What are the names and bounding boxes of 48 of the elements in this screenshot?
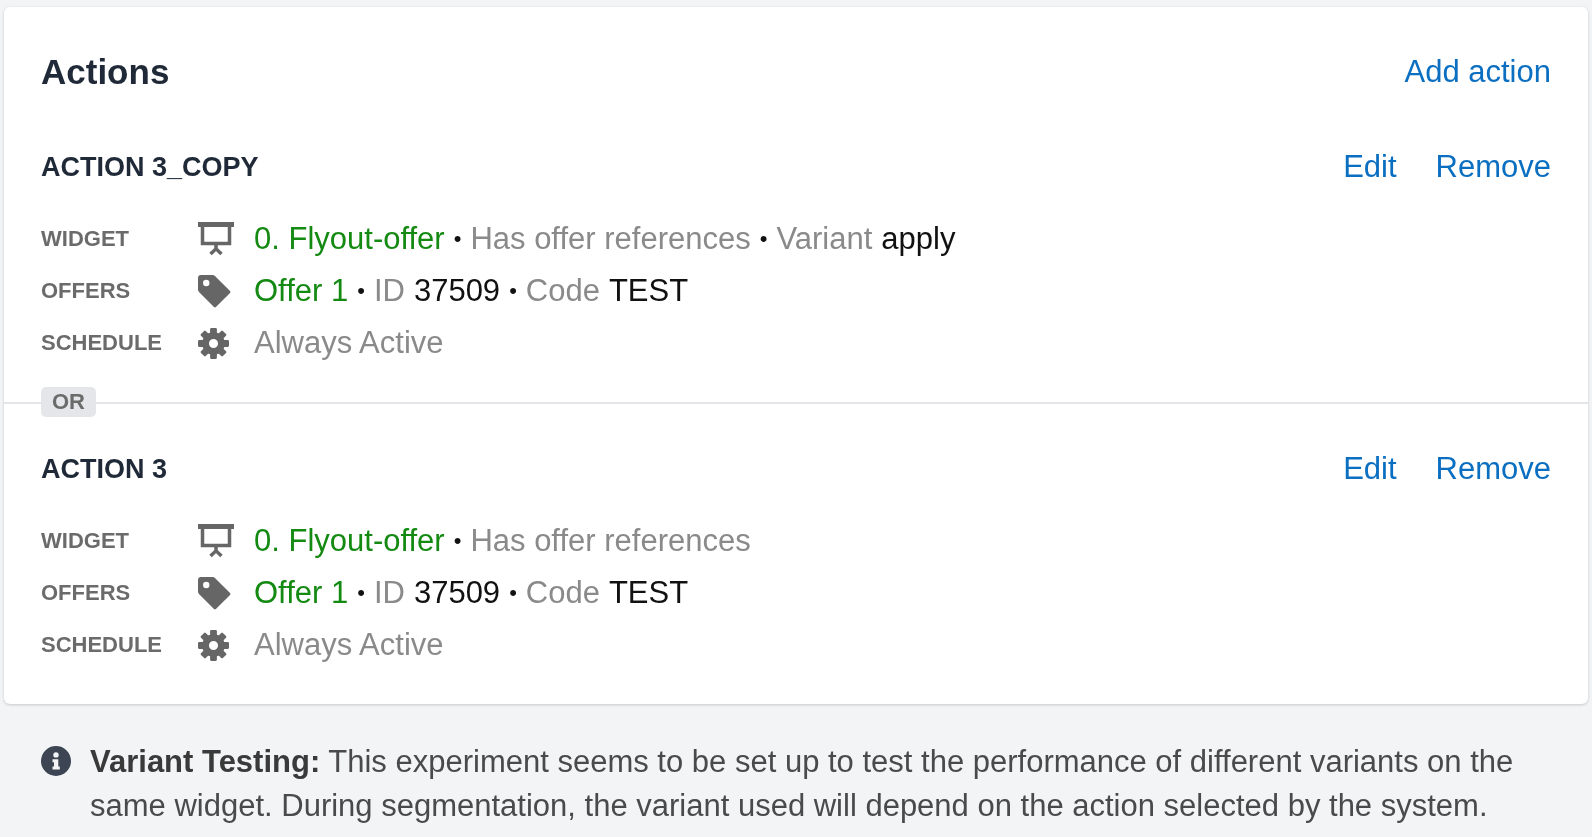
detail-text: ID — [373, 575, 405, 611]
remove-link[interactable]: Remove — [1435, 149, 1551, 185]
field-label: SCHEDULE — [41, 330, 163, 356]
field-label: WIDGET — [41, 528, 130, 554]
item-link[interactable]: Offer 1 — [254, 273, 349, 309]
edit-link[interactable]: Edit — [1343, 451, 1397, 487]
bullet-separator: • — [759, 225, 768, 253]
detail-value: TEST — [608, 273, 689, 309]
field-label: OFFERS — [41, 278, 132, 304]
bullet-separator: • — [453, 527, 462, 555]
detail-value: 37509 — [413, 575, 501, 611]
detail-text: Has offer references — [470, 221, 751, 257]
tag-icon — [198, 274, 231, 308]
bullet-separator: • — [357, 277, 365, 305]
item-link[interactable]: 0. Flyout-offer — [254, 523, 445, 559]
bullet-separator: • — [509, 277, 517, 305]
edit-link[interactable]: Edit — [1343, 149, 1397, 185]
detail-text: Always Active — [254, 627, 444, 663]
gear-icon — [198, 629, 229, 661]
detail-value: TEST — [608, 575, 689, 611]
action-title: ACTION 3_COPY — [41, 151, 259, 184]
field-label: WIDGET — [41, 226, 130, 252]
projection-screen-icon — [198, 222, 234, 256]
item-link[interactable]: Offer 1 — [254, 575, 349, 611]
action-title: ACTION 3 — [41, 453, 167, 486]
remove-link[interactable]: Remove — [1435, 451, 1551, 487]
detail-text: Code — [525, 575, 600, 611]
item-link[interactable]: 0. Flyout-offer — [254, 221, 445, 257]
tag-icon — [198, 576, 231, 610]
bullet-separator: • — [509, 579, 517, 607]
gear-icon — [198, 327, 229, 359]
detail-value: 37509 — [413, 273, 501, 309]
or-badge: OR — [41, 387, 96, 417]
field-label: OFFERS — [41, 580, 132, 606]
projection-screen-icon — [198, 524, 234, 558]
info-icon — [41, 746, 71, 776]
detail-value: apply — [881, 221, 956, 257]
info-text: Variant Testing: This experiment seems to be set up to test the performance of different variants on the same widget. During segmentation, the variant used will depend on the action selected by the system. — [90, 743, 1515, 825]
detail-text: ID — [373, 273, 405, 309]
panel-title: Actions — [41, 51, 170, 93]
detail-text: Has offer references — [470, 523, 751, 559]
bullet-separator: • — [357, 579, 365, 607]
detail-text: Always Active — [254, 325, 444, 361]
field-label: SCHEDULE — [41, 632, 163, 658]
detail-text: Code — [525, 273, 600, 309]
detail-text: Variant — [776, 221, 873, 257]
add-action-link[interactable]: Add action — [1404, 54, 1551, 90]
bullet-separator: • — [453, 225, 462, 253]
